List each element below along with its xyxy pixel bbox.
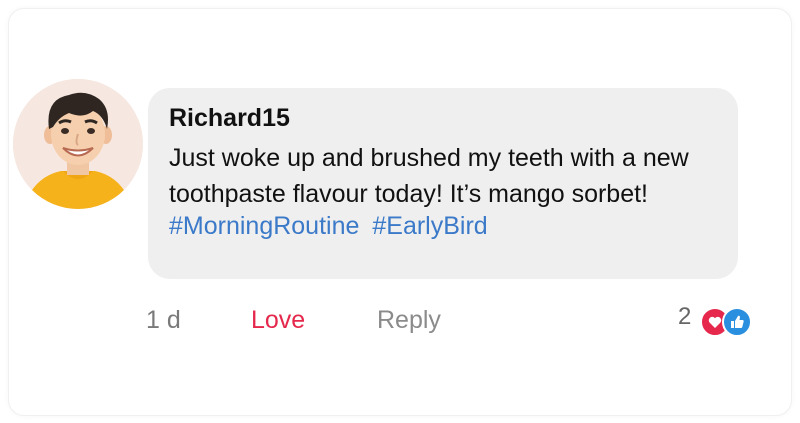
- thumbs-up-icon: [722, 307, 752, 337]
- hashtag-link[interactable]: #EarlyBird: [372, 212, 487, 240]
- comment-author[interactable]: Richard15: [169, 104, 290, 133]
- reaction-count: 2: [678, 303, 692, 330]
- comment-actions: 1 d Love Reply 2: [0, 303, 800, 346]
- hashtag-list: #MorningRoutine #EarlyBird: [169, 208, 494, 244]
- comment-text: Just woke up and brushed my teeth with a…: [169, 144, 689, 208]
- avatar-illustration: [13, 79, 143, 209]
- hashtag-link[interactable]: #MorningRoutine: [169, 212, 359, 240]
- avatar[interactable]: [13, 79, 143, 209]
- reply-button[interactable]: Reply: [377, 306, 441, 335]
- love-button[interactable]: Love: [251, 306, 305, 335]
- comment-timestamp: 1 d: [146, 306, 181, 334]
- comment-bubble: Richard15 Just woke up and brushed my te…: [148, 88, 738, 279]
